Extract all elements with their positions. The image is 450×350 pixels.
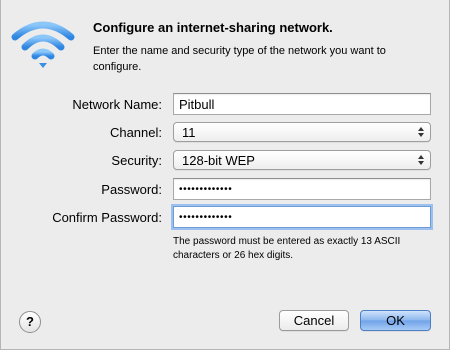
network-name-field[interactable]: Pitbull	[173, 93, 431, 115]
wifi-icon	[11, 21, 75, 68]
channel-label: Channel:	[109, 125, 162, 140]
network-name-label: Network Name:	[72, 97, 162, 112]
configure-network-dialog: Configure an internet-sharing network. E…	[0, 0, 450, 350]
security-popup[interactable]: 128-bit WEP	[173, 150, 431, 170]
password-requirements-note: The password must be entered as exactly …	[173, 236, 401, 261]
confirm-password-label: Confirm Password:	[52, 210, 162, 225]
password-label: Password:	[101, 182, 162, 197]
up-down-arrows-icon	[418, 127, 424, 137]
security-label: Security:	[111, 153, 162, 168]
dialog-description: Enter the name and security type of the …	[93, 45, 386, 73]
help-button[interactable]: ?	[19, 311, 41, 333]
confirm-password-field[interactable]: •••••••••••••	[173, 206, 431, 228]
up-down-arrows-icon	[418, 155, 424, 165]
cancel-button[interactable]: Cancel	[279, 310, 349, 331]
password-field[interactable]: •••••••••••••	[173, 178, 431, 200]
dialog-title: Configure an internet-sharing network.	[93, 20, 333, 35]
ok-button[interactable]: OK	[360, 310, 431, 331]
channel-value: 11	[182, 125, 196, 140]
channel-popup[interactable]: 11	[173, 122, 431, 142]
security-value: 128-bit WEP	[182, 153, 255, 168]
